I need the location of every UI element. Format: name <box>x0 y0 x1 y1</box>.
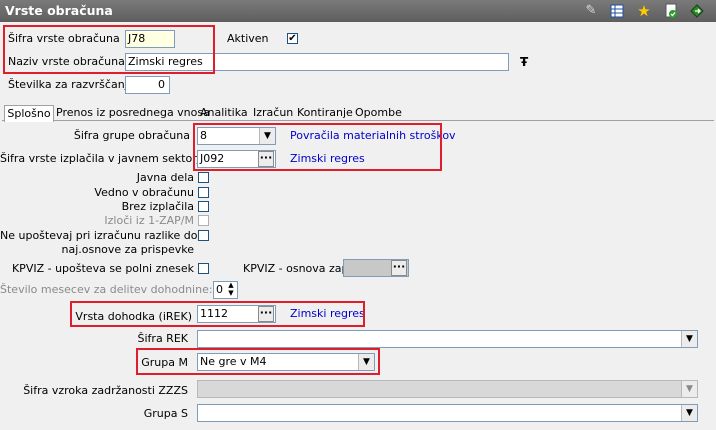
ne-upostevaj-label-1: Ne upoštevaj pri izračunu razlike do <box>0 229 198 242</box>
javna-dela-checkbox[interactable] <box>198 172 209 183</box>
sifra-vzroka-label: Šifra vzroka zadržanosti ZZZS <box>23 384 188 397</box>
izloci-checkbox[interactable] <box>198 215 209 226</box>
kpviz-polni-label: KPVIZ - upošteva se polni znesek <box>11 262 194 275</box>
grupa-s-select[interactable]: ▼ <box>197 404 698 422</box>
kpviz-osnova-label: KPVIZ - osnova zap. <box>243 262 353 275</box>
aktiven-checkbox[interactable]: ✔ <box>287 33 298 44</box>
stevilo-mesecev-value: 0 <box>216 283 223 296</box>
highlight-vrsta-dohodka <box>70 301 365 327</box>
tab-opombe-label: Opombe <box>355 106 402 119</box>
spinner-arrows-icon[interactable]: ▲ ▼ <box>225 281 237 299</box>
javna-dela-label: Javna dela <box>136 171 194 184</box>
highlight-grupa-m <box>136 348 380 375</box>
aktiven-label: Aktiven <box>227 32 269 45</box>
brez-izplacila-label: Brez izplačila <box>121 200 194 213</box>
tab-opombe[interactable]: Opombe <box>355 105 402 121</box>
kpviz-osnova-input[interactable]: ··· <box>343 259 409 277</box>
brez-izplacila-checkbox[interactable] <box>198 201 209 212</box>
tab-prenos-label: Prenos iz posrednega vnosa <box>56 106 210 119</box>
document-check-icon[interactable] <box>663 3 679 19</box>
izloci-label: Izloči iz 1-ZAP/M <box>104 214 194 227</box>
ne-upostevaj-checkbox[interactable] <box>198 230 209 241</box>
tab-kontiranje[interactable]: Kontiranje <box>297 105 353 121</box>
sifra-rek-label: Šifra REK <box>137 332 188 345</box>
export-icon[interactable] <box>689 3 705 19</box>
stevilka-za-razvrscanje-label: Številka za razvrščanje <box>8 78 135 91</box>
star-icon[interactable]: ★ <box>636 3 652 19</box>
lookup-button[interactable]: ··· <box>391 260 407 276</box>
stevilka-za-razvrscanje-input[interactable]: 0 <box>125 76 170 94</box>
vedno-v-obracunu-checkbox[interactable] <box>198 187 209 198</box>
highlight-header <box>3 25 215 74</box>
window-title: Vrste obračuna <box>5 3 113 18</box>
tab-izracun[interactable]: Izračun <box>253 105 293 121</box>
chevron-down-icon[interactable]: ▼ <box>681 405 697 421</box>
chevron-down-icon[interactable]: ▼ <box>681 331 697 347</box>
tab-analitika[interactable]: Analitika <box>200 105 248 121</box>
sifra-vzroka-select[interactable]: ▼ <box>197 380 698 398</box>
edit-icon[interactable]: ✎ <box>583 3 599 19</box>
tab-analitika-label: Analitika <box>200 106 248 119</box>
tab-splosno-label: Splošno <box>7 107 51 120</box>
text-format-icon[interactable]: Ŧ <box>520 55 528 69</box>
vedno-v-obracunu-label: Vedno v obračunu <box>94 186 194 199</box>
chevron-down-icon[interactable]: ▼ <box>681 381 697 397</box>
sifra-izplacila-label: Šifra vrste izplačila v javnem sektorju <box>0 152 207 165</box>
sifra-grupe-label: Šifra grupe obračuna <box>73 129 190 142</box>
kpviz-polni-checkbox[interactable] <box>198 263 209 274</box>
grid-icon[interactable] <box>609 3 625 19</box>
grupa-s-label: Grupa S <box>143 407 188 420</box>
tab-splosno[interactable]: Splošno <box>4 105 54 122</box>
tab-izracun-label: Izračun <box>253 106 294 119</box>
tab-prenos[interactable]: Prenos iz posrednega vnosa <box>56 105 210 121</box>
stevilo-mesecev-label: Število mesecev za delitev dohodnine: <box>0 283 213 296</box>
ne-upostevaj-label-2: naj.osnove za prispevke <box>61 243 194 256</box>
sifra-rek-select[interactable]: ▼ <box>197 330 698 348</box>
highlight-sifra-grupe <box>193 123 442 171</box>
tab-kontiranje-label: Kontiranje <box>297 106 353 119</box>
